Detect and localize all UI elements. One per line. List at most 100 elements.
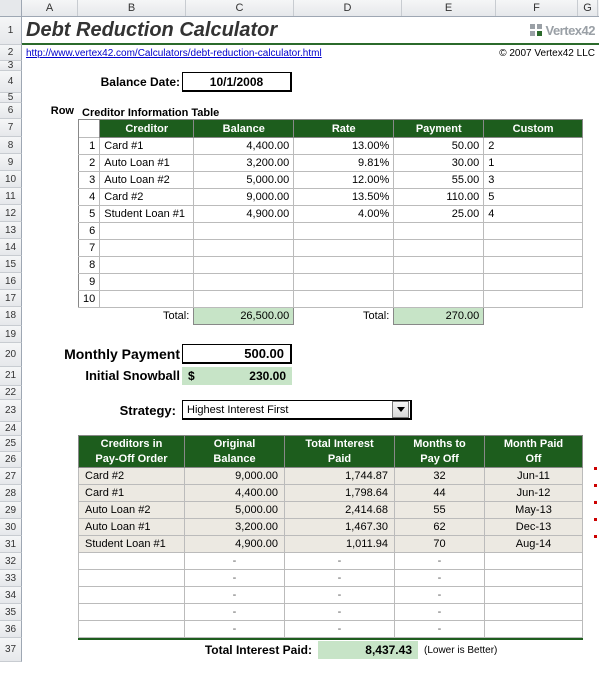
payment-cell[interactable]: 25.00	[394, 206, 484, 223]
payoff-month-paid: Jun-12	[485, 485, 583, 502]
comment-indicator-icon[interactable]	[594, 467, 597, 470]
custom-cell[interactable]	[484, 240, 583, 257]
comment-indicator-icon[interactable]	[594, 484, 597, 487]
col-G[interactable]: G	[578, 0, 598, 16]
creditor-name-cell[interactable]	[100, 291, 194, 308]
payoff-balance: 9,000.00	[185, 468, 285, 485]
balance-cell[interactable]	[194, 291, 294, 308]
balance-cell[interactable]: 4,400.00	[194, 138, 294, 155]
creditor-name-cell[interactable]: Auto Loan #2	[100, 172, 194, 189]
table-row[interactable]: 3Auto Loan #25,000.0012.00%55.003	[79, 172, 583, 189]
table-row[interactable]: 7	[79, 240, 583, 257]
payment-cell[interactable]: 110.00	[394, 189, 484, 206]
payment-cell[interactable]	[394, 257, 484, 274]
table-row[interactable]: 2Auto Loan #13,200.009.81%30.001	[79, 155, 583, 172]
row-num: 3	[79, 172, 100, 189]
custom-cell[interactable]: 3	[484, 172, 583, 189]
creditor-name-cell[interactable]: Card #2	[100, 189, 194, 206]
rate-cell[interactable]	[294, 240, 394, 257]
balance-cell[interactable]	[194, 274, 294, 291]
chevron-down-icon[interactable]	[392, 401, 409, 418]
col-D[interactable]: D	[294, 0, 402, 16]
comment-indicator-icon[interactable]	[594, 518, 597, 521]
creditor-name-cell[interactable]	[100, 240, 194, 257]
custom-cell[interactable]: 4	[484, 206, 583, 223]
payment-cell[interactable]: 30.00	[394, 155, 484, 172]
payment-cell[interactable]	[394, 274, 484, 291]
custom-cell[interactable]: 5	[484, 189, 583, 206]
balance-cell[interactable]	[194, 223, 294, 240]
payment-cell[interactable]	[394, 240, 484, 257]
rate-cell[interactable]	[294, 257, 394, 274]
table-row[interactable]: 5Student Loan #14,900.004.00%25.004	[79, 206, 583, 223]
balance-cell[interactable]	[194, 240, 294, 257]
row-num: 2	[79, 155, 100, 172]
rate-cell[interactable]: 9.81%	[294, 155, 394, 172]
total-label-1: Total:	[100, 308, 194, 325]
row-header-label: Row	[22, 105, 76, 117]
payoff-months: 70	[395, 536, 485, 553]
rate-cell[interactable]: 13.50%	[294, 189, 394, 206]
row-headers[interactable]: 1 2 3 4 5 6 7 8 9 10 11 12 13 14 15 16 1…	[0, 17, 22, 662]
table-header-row: Creditor Balance Rate Payment Custom	[79, 120, 583, 138]
payoff-balance: 5,000.00	[185, 502, 285, 519]
balance-date-input[interactable]: 10/1/2008	[182, 72, 292, 92]
payment-cell[interactable]	[394, 291, 484, 308]
custom-cell[interactable]	[484, 274, 583, 291]
balance-cell[interactable]: 4,900.00	[194, 206, 294, 223]
creditor-totals-row: Total: 26,500.00 Total: 270.00	[79, 308, 583, 325]
col-B[interactable]: B	[78, 0, 186, 16]
th-custom: Custom	[484, 120, 583, 138]
creditor-name-cell[interactable]: Card #1	[100, 138, 194, 155]
creditor-name-cell[interactable]	[100, 223, 194, 240]
creditor-name-cell[interactable]: Auto Loan #1	[100, 155, 194, 172]
table-row[interactable]: 6	[79, 223, 583, 240]
strategy-dropdown[interactable]: Highest Interest First	[182, 400, 412, 420]
custom-cell[interactable]	[484, 223, 583, 240]
balance-cell[interactable]	[194, 257, 294, 274]
balance-date-label: Balance Date:	[22, 75, 182, 89]
payoff-month-paid: Jun-11	[485, 468, 583, 485]
table-row[interactable]: 4Card #29,000.0013.50%110.005	[79, 189, 583, 206]
copyright: © 2007 Vertex42 LLC	[499, 48, 595, 59]
custom-cell[interactable]: 2	[484, 138, 583, 155]
rate-cell[interactable]: 4.00%	[294, 206, 394, 223]
balance-cell[interactable]: 3,200.00	[194, 155, 294, 172]
balance-date-row: Balance Date: 10/1/2008	[22, 71, 599, 93]
comment-indicator-icon[interactable]	[594, 501, 597, 504]
column-headers[interactable]: A B C D E F G	[0, 0, 599, 17]
payoff-name: Card #2	[79, 468, 185, 485]
custom-cell[interactable]: 1	[484, 155, 583, 172]
monthly-payment-input[interactable]: 500.00	[182, 344, 292, 364]
creditor-name-cell[interactable]	[100, 257, 194, 274]
table-row: Auto Loan #13,200.001,467.3062Dec-13	[79, 519, 583, 536]
comment-indicator-icon[interactable]	[594, 535, 597, 538]
balance-cell[interactable]: 9,000.00	[194, 189, 294, 206]
col-A[interactable]: A	[22, 0, 78, 16]
table-row[interactable]: 10	[79, 291, 583, 308]
rate-cell[interactable]	[294, 274, 394, 291]
rate-cell[interactable]	[294, 291, 394, 308]
col-C[interactable]: C	[186, 0, 294, 16]
col-F[interactable]: F	[496, 0, 578, 16]
payment-cell[interactable]: 55.00	[394, 172, 484, 189]
rate-cell[interactable]	[294, 223, 394, 240]
table-row[interactable]: 1Card #14,400.0013.00%50.002	[79, 138, 583, 155]
payment-cell[interactable]	[394, 223, 484, 240]
creditor-name-cell[interactable]	[100, 274, 194, 291]
balance-cell[interactable]: 5,000.00	[194, 172, 294, 189]
col-E[interactable]: E	[402, 0, 496, 16]
payoff-months: 55	[395, 502, 485, 519]
custom-cell[interactable]	[484, 291, 583, 308]
custom-cell[interactable]	[484, 257, 583, 274]
source-link[interactable]: http://www.vertex42.com/Calculators/debt…	[26, 48, 499, 59]
payoff-interest: 1,011.94	[285, 536, 395, 553]
creditor-name-cell[interactable]: Student Loan #1	[100, 206, 194, 223]
total-interest-value: 8,437.43	[318, 641, 418, 659]
table-row[interactable]: 9	[79, 274, 583, 291]
total-interest-row: Total Interest Paid: 8,437.43 (Lower is …	[78, 638, 583, 660]
payment-cell[interactable]: 50.00	[394, 138, 484, 155]
rate-cell[interactable]: 12.00%	[294, 172, 394, 189]
table-row[interactable]: 8	[79, 257, 583, 274]
rate-cell[interactable]: 13.00%	[294, 138, 394, 155]
